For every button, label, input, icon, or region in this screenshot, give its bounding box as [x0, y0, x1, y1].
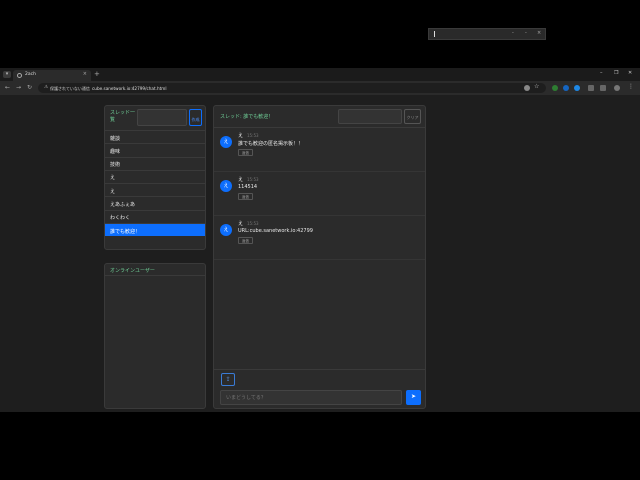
text-cursor [434, 31, 435, 37]
browser-tab[interactable]: 2ach × [13, 70, 91, 81]
globe-icon [17, 73, 22, 78]
message-author: え [238, 133, 244, 139]
message-time: 15:53 [247, 132, 259, 138]
divider [214, 369, 425, 370]
tab-strip: ▾ 2ach × + – ❐ ✕ [0, 68, 640, 81]
clear-button[interactable]: クリア [404, 109, 421, 124]
minimize-icon[interactable]: – [600, 70, 603, 76]
popup-minimize-icon[interactable]: - [512, 30, 514, 36]
popup-maximize-icon[interactable]: - [525, 30, 527, 36]
warning-icon: ⚠ [44, 85, 49, 90]
profile-icon[interactable] [614, 85, 620, 91]
tab-search-button[interactable]: ▾ [3, 71, 11, 78]
reply-button[interactable]: 返信 [238, 237, 253, 244]
thread-item[interactable]: えあふぇあ [105, 196, 205, 209]
message-text: 誰でも歓迎の匿名掲示板！！ [238, 141, 304, 147]
tab-title: 2ach [25, 72, 36, 77]
security-label[interactable]: 保護されていない通信 [50, 86, 90, 92]
divider [105, 275, 205, 276]
message-author: え [238, 177, 244, 183]
chat-search-input[interactable] [338, 109, 402, 124]
kebab-menu-icon[interactable]: ⋮ [628, 83, 634, 90]
message-author: え [238, 221, 244, 227]
message-item: ええ 15:53 URL:cube.sanetwork.io:42799 返信 [214, 216, 425, 260]
extension-icon[interactable] [574, 85, 580, 91]
extension-icon[interactable] [563, 85, 569, 91]
sidebar-icon[interactable] [588, 85, 594, 91]
reply-button[interactable]: 返信 [238, 149, 253, 156]
chat-thread-title: スレッド: 誰でも歓迎！ [220, 114, 274, 120]
send-button[interactable]: ➤ [406, 390, 421, 405]
message-time: 15:53 [247, 220, 259, 226]
message-text: 114514 [238, 184, 258, 190]
address-bar[interactable]: ⚠ 保護されていない通信 cube.sanetwork.io:42799/cha… [38, 83, 546, 93]
account-icon[interactable] [524, 85, 530, 91]
online-users-panel: オンラインユーザー [104, 263, 206, 409]
thread-item[interactable]: え [105, 183, 205, 196]
extension-icon[interactable] [552, 85, 558, 91]
thread-item[interactable]: 誰でも歓迎！ [105, 223, 205, 237]
window-close-icon[interactable]: ✕ [628, 70, 632, 76]
thread-item[interactable]: 趣味 [105, 143, 205, 156]
create-thread-button[interactable]: 作成 [189, 109, 202, 126]
url-text[interactable]: cube.sanetwork.io:42799/chat.html [92, 86, 167, 91]
message-item: ええ 15:53 114514 返信 [214, 172, 425, 216]
new-tab-button[interactable]: + [94, 70, 100, 78]
browser-window: ▾ 2ach × + – ❐ ✕ ← → ↻ ⚠ 保護されていない通信 cube… [0, 68, 640, 412]
online-users-title: オンラインユーザー [110, 268, 155, 274]
popup-window[interactable]: - - × [428, 28, 546, 40]
thread-item[interactable]: 技術 [105, 156, 205, 170]
puzzle-icon[interactable] [600, 85, 606, 91]
message-item: ええ 15:53 誰でも歓迎の匿名掲示板！！ 返信 [214, 128, 425, 172]
thread-list: 雑談 趣味 技術えええあふぇあ わくわく 誰でも歓迎！ [105, 130, 205, 237]
page-viewport: スレッド一覧 作成 雑談 趣味 技術えええあふぇあ わくわく 誰でも歓迎！ オンラインユ… [0, 95, 640, 412]
thread-list-title: スレッド一覧 [110, 110, 136, 123]
maximize-icon[interactable]: ❐ [614, 70, 618, 76]
popup-close-icon[interactable]: × [537, 30, 541, 36]
browser-toolbar: ← → ↻ ⚠ 保護されていない通信 cube.sanetwork.io:427… [0, 81, 640, 95]
avatar: え [220, 224, 232, 236]
bookmark-star-icon[interactable]: ☆ [534, 83, 540, 90]
reload-icon[interactable]: ↻ [27, 84, 32, 91]
thread-list-panel: スレッド一覧 作成 雑談 趣味 技術えええあふぇあ わくわく 誰でも歓迎！ [104, 105, 206, 250]
message-time: 15:53 [247, 176, 259, 182]
upload-icon[interactable]: ⇪ [221, 373, 235, 386]
avatar: え [220, 136, 232, 148]
reply-button[interactable]: 返信 [238, 193, 253, 200]
new-thread-input[interactable] [137, 109, 187, 126]
thread-item[interactable]: 雑談 [105, 130, 205, 143]
avatar: え [220, 180, 232, 192]
forward-icon[interactable]: → [16, 84, 21, 91]
message-text: URL:cube.sanetwork.io:42799 [238, 228, 313, 234]
chat-panel: スレッド: 誰でも歓迎！ クリア ええ 15:53 誰でも歓迎の匿名掲示板！！ 返信え… [213, 105, 426, 409]
close-tab-icon[interactable]: × [83, 71, 87, 77]
thread-item[interactable]: わくわく [105, 209, 205, 223]
back-icon[interactable]: ← [5, 84, 10, 91]
message-input[interactable] [220, 390, 402, 405]
screen: ▾ 2ach × + – ❐ ✕ ← → ↻ ⚠ 保護されていない通信 cube… [0, 0, 640, 480]
thread-item[interactable]: え [105, 169, 205, 183]
